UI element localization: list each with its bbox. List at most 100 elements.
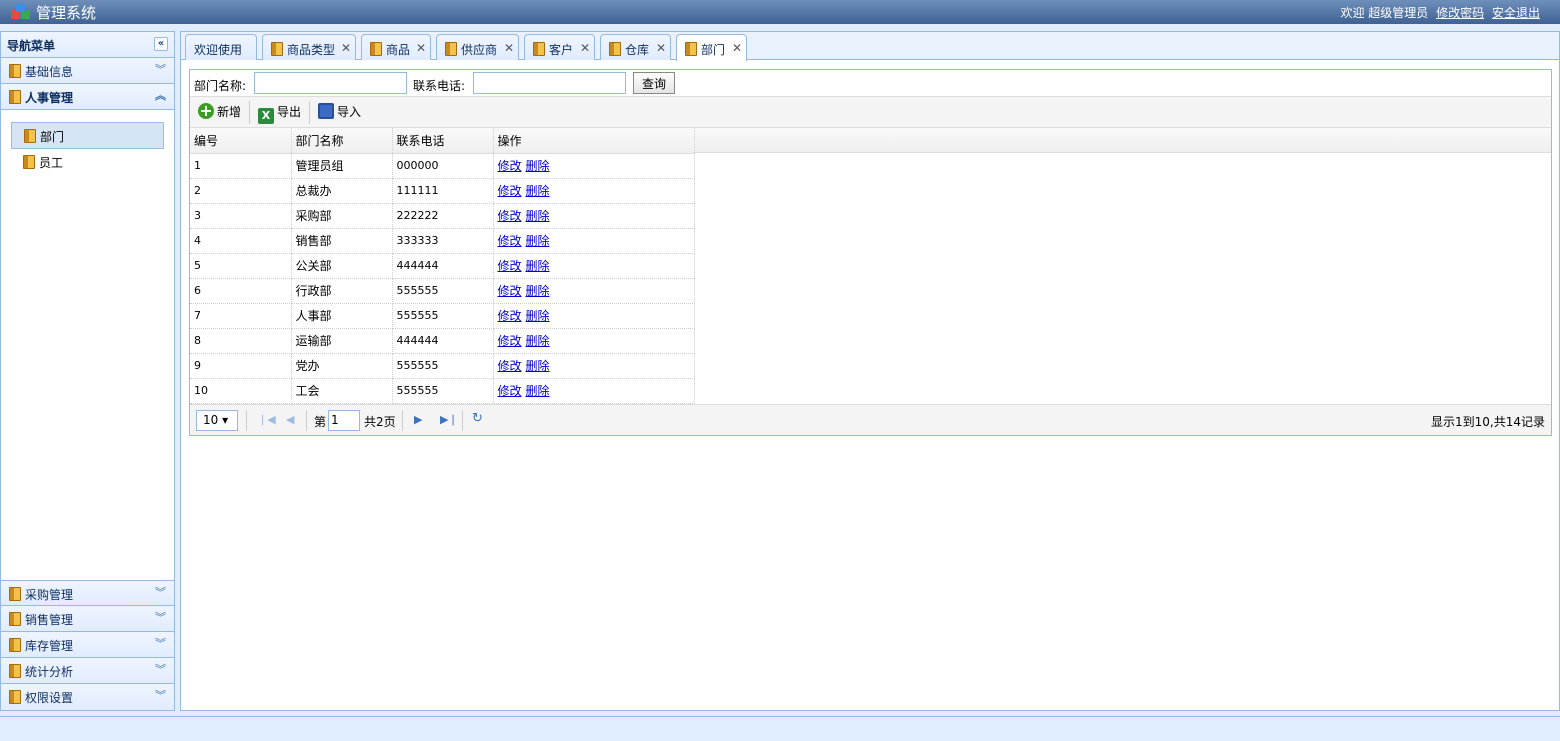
refresh-icon[interactable]: ↻: [472, 411, 483, 426]
accordion-statistics[interactable]: 统计分析 ︾: [1, 658, 174, 684]
edit-link[interactable]: 修改: [498, 384, 522, 398]
total-pages: 共2页: [364, 415, 396, 429]
cell-phone: 444444: [392, 328, 494, 354]
collapse-sidebar-button[interactable]: «: [154, 37, 168, 51]
table-row[interactable]: 9 党办 555555 修改 删除: [190, 353, 695, 379]
accordion-hr[interactable]: 人事管理 ︽: [1, 84, 174, 110]
pager-divider: [246, 410, 247, 431]
first-page-icon[interactable]: ❘◀: [258, 413, 276, 426]
cell-phone: 222222: [392, 203, 494, 229]
edit-link[interactable]: 修改: [498, 234, 522, 248]
close-icon[interactable]: ✕: [580, 41, 590, 55]
pager-divider: [306, 410, 307, 431]
delete-link[interactable]: 删除: [526, 309, 550, 323]
folder-icon: [685, 42, 697, 56]
table-row[interactable]: 1 管理员组 000000 修改 删除: [190, 153, 695, 179]
hr-menu-body: 部门 员工: [1, 110, 174, 582]
cell-id: 3: [190, 203, 292, 229]
folder-icon: [609, 42, 621, 56]
close-icon[interactable]: ✕: [732, 41, 742, 55]
close-icon[interactable]: ✕: [341, 41, 351, 55]
grid-toolbar: 新增 X 导出 导入: [190, 97, 1551, 128]
change-password-link[interactable]: 修改密码: [1436, 6, 1484, 20]
accordion-sales[interactable]: 销售管理 ︾: [1, 606, 174, 632]
query-button[interactable]: 查询: [633, 72, 675, 94]
table-row[interactable]: 10 工会 555555 修改 删除: [190, 378, 695, 404]
tab-customer[interactable]: 客户 ✕: [524, 34, 595, 60]
edit-link[interactable]: 修改: [498, 159, 522, 173]
folder-icon: [23, 155, 35, 169]
table-row[interactable]: 7 人事部 555555 修改 删除: [190, 303, 695, 329]
delete-link[interactable]: 删除: [526, 209, 550, 223]
close-icon[interactable]: ✕: [656, 41, 666, 55]
accordion-basic-info[interactable]: 基础信息 ︾: [1, 58, 174, 84]
import-button[interactable]: 导入: [318, 103, 361, 123]
edit-link[interactable]: 修改: [498, 184, 522, 198]
accordion-permissions[interactable]: 权限设置 ︾: [1, 684, 174, 710]
tab-supplier[interactable]: 供应商 ✕: [436, 34, 519, 60]
add-button[interactable]: 新增: [198, 103, 241, 123]
edit-link[interactable]: 修改: [498, 334, 522, 348]
accordion-inventory[interactable]: 库存管理 ︾: [1, 632, 174, 658]
table-row[interactable]: 4 销售部 333333 修改 删除: [190, 228, 695, 254]
folder-icon: [9, 612, 21, 626]
toolbar-divider: [309, 101, 310, 124]
welcome-text: 欢迎: [1340, 6, 1365, 20]
column-header-name[interactable]: 部门名称: [291, 128, 393, 154]
save-disk-icon: [318, 103, 334, 119]
table-row[interactable]: 8 运输部 444444 修改 删除: [190, 328, 695, 354]
delete-link[interactable]: 删除: [526, 334, 550, 348]
cubes-logo-icon: [11, 4, 30, 19]
current-page-input[interactable]: 1: [328, 410, 360, 431]
dept-name-input[interactable]: [254, 72, 407, 94]
prev-page-icon[interactable]: ◀: [286, 413, 294, 426]
page-prefix: 第: [314, 415, 327, 429]
column-header-actions[interactable]: 操作: [493, 128, 695, 154]
delete-link[interactable]: 删除: [526, 159, 550, 173]
close-icon[interactable]: ✕: [504, 41, 514, 55]
edit-link[interactable]: 修改: [498, 259, 522, 273]
phone-input[interactable]: [473, 72, 626, 94]
cell-phone: 333333: [392, 228, 494, 254]
next-page-icon[interactable]: ▶: [414, 413, 422, 426]
cell-actions: 修改 删除: [493, 153, 695, 179]
edit-link[interactable]: 修改: [498, 284, 522, 298]
edit-link[interactable]: 修改: [498, 309, 522, 323]
logout-link[interactable]: 安全退出: [1492, 6, 1540, 20]
accordion-purchase[interactable]: 采购管理 ︾: [1, 580, 174, 606]
toolbar-divider: [249, 101, 250, 124]
cell-actions: 修改 删除: [493, 203, 695, 229]
delete-link[interactable]: 删除: [526, 384, 550, 398]
column-header-id[interactable]: 编号: [190, 128, 292, 154]
tab-welcome[interactable]: 欢迎使用: [185, 34, 257, 60]
close-icon[interactable]: ✕: [416, 41, 426, 55]
delete-link[interactable]: 删除: [526, 359, 550, 373]
chevron-double-down-icon: ︾: [155, 611, 166, 624]
tab-department[interactable]: 部门 ✕: [676, 34, 747, 61]
delete-link[interactable]: 删除: [526, 184, 550, 198]
bottom-status-bar: [0, 716, 1560, 741]
table-row[interactable]: 3 采购部 222222 修改 删除: [190, 203, 695, 229]
user-area: 欢迎 超级管理员 修改密码 安全退出: [1340, 4, 1540, 21]
sidebar-item-department[interactable]: 部门: [11, 122, 164, 149]
tab-warehouse[interactable]: 仓库 ✕: [600, 34, 671, 60]
edit-link[interactable]: 修改: [498, 209, 522, 223]
table-row[interactable]: 5 公关部 444444 修改 删除: [190, 253, 695, 279]
table-row[interactable]: 6 行政部 555555 修改 删除: [190, 278, 695, 304]
cell-id: 8: [190, 328, 292, 354]
delete-link[interactable]: 删除: [526, 234, 550, 248]
table-row[interactable]: 2 总裁办 111111 修改 删除: [190, 178, 695, 204]
delete-link[interactable]: 删除: [526, 259, 550, 273]
tab-product-type[interactable]: 商品类型 ✕: [262, 34, 356, 60]
export-button[interactable]: X 导出: [258, 103, 301, 124]
page-size-select[interactable]: 10 ▾: [196, 410, 238, 431]
sidebar-item-employee[interactable]: 员工: [11, 149, 164, 176]
header-filler: [694, 128, 1551, 153]
edit-link[interactable]: 修改: [498, 359, 522, 373]
last-page-icon[interactable]: ▶❘: [440, 413, 458, 426]
cell-name: 管理员组: [291, 153, 393, 179]
delete-link[interactable]: 删除: [526, 284, 550, 298]
tab-product[interactable]: 商品 ✕: [361, 34, 431, 60]
column-header-phone[interactable]: 联系电话: [392, 128, 494, 154]
table-header-row: 编号 部门名称 联系电话 操作: [190, 128, 695, 154]
